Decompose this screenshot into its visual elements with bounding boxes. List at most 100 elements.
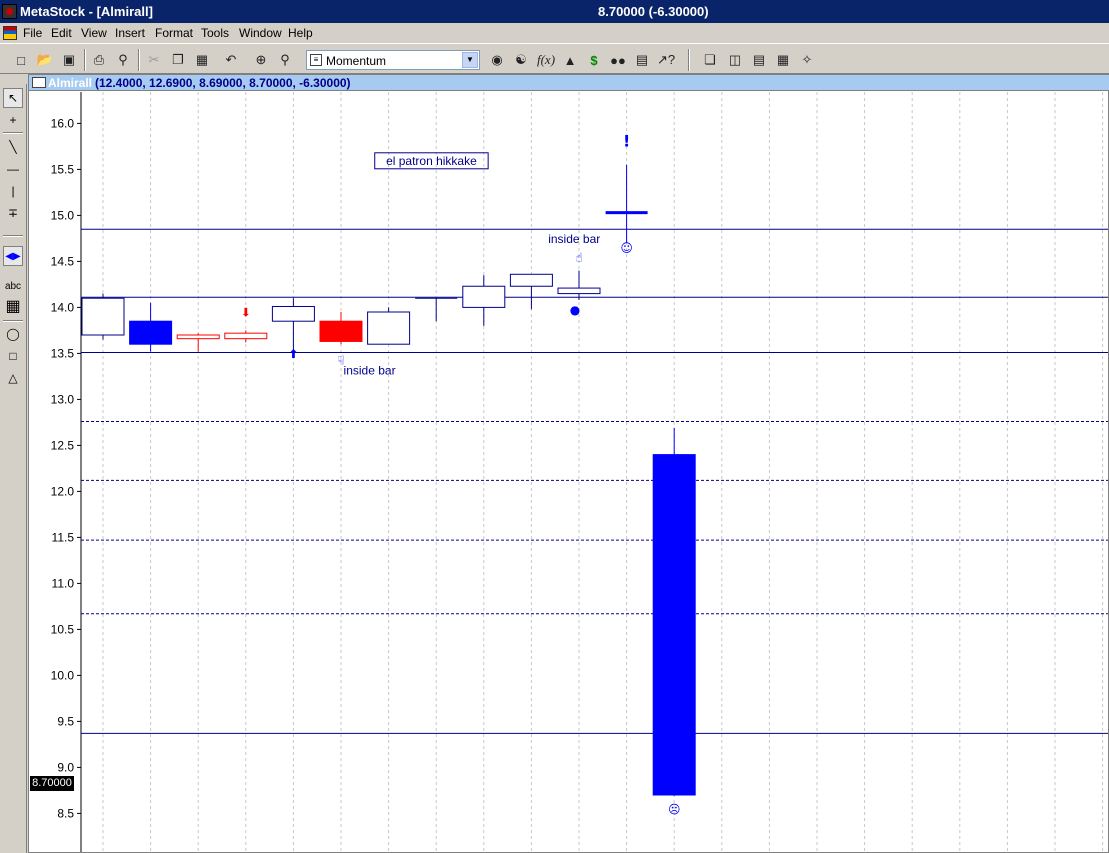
explorer-icon[interactable]: ☯ xyxy=(512,51,530,69)
candle-doji xyxy=(605,211,648,215)
horizontal-line-tool-icon[interactable]: — xyxy=(3,159,23,179)
toolbar-separator xyxy=(138,49,140,71)
crosshair-tool-icon[interactable]: + xyxy=(3,110,23,130)
y-tick-label: 16.0 xyxy=(51,116,75,130)
open-folder-icon[interactable]: 📂 xyxy=(36,51,54,69)
tool-separator xyxy=(3,132,23,134)
crosshair-icon[interactable]: ⊕ xyxy=(252,51,270,69)
formula-icon[interactable]: f(x) xyxy=(537,51,555,69)
grid-tool-icon[interactable]: ▦ xyxy=(3,296,23,316)
chart-window-icon[interactable] xyxy=(32,77,46,88)
y-tick-label: 12.0 xyxy=(51,484,75,498)
rectangle-tool-icon[interactable]: □ xyxy=(3,346,23,366)
exclamation-marker-icon: ! xyxy=(623,131,630,150)
chart-header: Almirall (12.4000, 12.6900, 8.69000, 8.7… xyxy=(29,75,1109,91)
y-tick-label: 15.0 xyxy=(51,208,75,222)
save-icon[interactable]: ▣ xyxy=(60,51,78,69)
y-tick-label: 12.5 xyxy=(51,438,75,452)
y-tick-label: 9.5 xyxy=(57,714,74,728)
print-icon[interactable]: ⎙ xyxy=(90,51,108,69)
candle-body xyxy=(319,320,363,342)
toolbar-separator xyxy=(84,49,86,71)
text-tool-icon[interactable]: abc xyxy=(3,276,23,296)
annotation-label: inside bar xyxy=(548,232,600,246)
tile-vertical-icon[interactable]: ◫ xyxy=(726,51,744,69)
arrow-down-marker-icon: ⬇ xyxy=(241,306,251,320)
y-tick-label: 15.5 xyxy=(51,162,75,176)
paste-icon[interactable]: ▦ xyxy=(193,51,211,69)
triangle-tool-icon[interactable]: △ xyxy=(3,368,23,388)
document-menu-icon[interactable] xyxy=(3,26,17,40)
candle-body xyxy=(81,297,125,336)
help-pointer-icon[interactable]: ↗? xyxy=(657,51,675,69)
y-tick-label: 14.0 xyxy=(51,300,75,314)
cascade-windows-icon[interactable]: ❏ xyxy=(701,51,719,69)
smiley-happy-marker-icon: ☺ xyxy=(620,241,633,255)
y-tick-label: 14.5 xyxy=(51,254,75,268)
system-tester-icon[interactable]: ▲ xyxy=(561,51,579,69)
tool-separator xyxy=(3,235,23,237)
pointer-tool-icon[interactable]: ↖ xyxy=(3,88,23,108)
cut-icon[interactable]: ✂ xyxy=(145,51,163,69)
indicator-dropdown[interactable]: ≡ Momentum ▼ xyxy=(306,50,480,70)
trendline-tool-icon[interactable]: ╲ xyxy=(3,137,23,157)
candle-body xyxy=(271,305,315,322)
menu-tools[interactable]: Tools xyxy=(201,26,229,40)
menu-edit[interactable]: Edit xyxy=(51,26,72,40)
vertical-line-tool-icon[interactable]: | xyxy=(3,181,23,201)
metastock-app-icon[interactable] xyxy=(2,4,17,19)
symbol-tool-icon[interactable]: ◀▶ xyxy=(3,246,23,266)
print-preview-icon[interactable]: ⚲ xyxy=(114,51,132,69)
menu-file[interactable]: File xyxy=(23,26,42,40)
dollar-icon[interactable]: $ xyxy=(585,51,603,69)
y-tick-label: 13.5 xyxy=(51,346,75,360)
toolbar-separator xyxy=(688,49,690,71)
candle-body xyxy=(224,332,268,340)
indicator-chart-icon: ≡ xyxy=(310,54,322,66)
candle-body xyxy=(462,285,506,308)
menu-window[interactable]: Window xyxy=(239,26,282,40)
price-readout: 8.70000 (-6.30000) xyxy=(598,4,709,19)
ohlc-values: (12.4000, 12.6900, 8.69000, 8.70000, -6.… xyxy=(95,76,351,90)
fibonacci-tool-icon[interactable]: ∓ xyxy=(3,203,23,223)
y-tick-label: 8.5 xyxy=(57,806,74,820)
menu-view[interactable]: View xyxy=(81,26,107,40)
candle-body xyxy=(367,311,411,345)
drawing-tools-bar: ↖ + ╲ — | ∓ ◀▶ abc ▦ ◯ □ △ xyxy=(0,84,27,853)
menu-help[interactable]: Help xyxy=(288,26,313,40)
tile-horizontal-icon[interactable]: ▤ xyxy=(750,51,768,69)
indicator-dropdown-value: Momentum xyxy=(326,54,387,68)
y-tick-label: 10.0 xyxy=(51,668,75,682)
undo-icon[interactable]: ↶ xyxy=(222,51,240,69)
candle-body xyxy=(652,454,696,796)
smiley-sad-marker-icon: ☹ xyxy=(668,802,681,816)
chevron-down-icon[interactable]: ▼ xyxy=(462,52,478,68)
copy-icon[interactable]: ❐ xyxy=(169,51,187,69)
zoom-icon[interactable]: ⚲ xyxy=(276,51,294,69)
y-tick-label: 11.5 xyxy=(52,530,75,544)
binoculars-icon[interactable]: ●● xyxy=(609,51,627,69)
window-title: MetaStock - [Almirall] xyxy=(20,4,153,19)
expert-advisor-icon[interactable]: ◉ xyxy=(488,51,506,69)
chart-window: Almirall (12.4000, 12.6900, 8.69000, 8.7… xyxy=(28,74,1109,853)
candle-body xyxy=(176,334,220,340)
toolbar: □ 📂 ▣ ⎙ ⚲ ✂ ❐ ▦ ↶ ⊕ ⚲ ≡ Momentum ▼ ◉ ☯ f… xyxy=(0,43,1109,74)
y-tick-label: 11.0 xyxy=(52,576,75,590)
y-tick-label: 10.5 xyxy=(51,622,75,636)
ellipse-tool-icon[interactable]: ◯ xyxy=(3,324,23,344)
options-icon[interactable]: ▤ xyxy=(633,51,651,69)
tile-grid-icon[interactable]: ▦ xyxy=(774,51,792,69)
title-bar: MetaStock - [Almirall] 8.70000 (-6.30000… xyxy=(0,0,1109,23)
menu-format[interactable]: Format xyxy=(155,26,193,40)
arrange-icon[interactable]: ✧ xyxy=(798,51,816,69)
y-tick-label: 13.0 xyxy=(51,392,75,406)
annotation-label: inside bar xyxy=(344,364,396,378)
bomb-marker-icon: ● xyxy=(570,303,580,317)
menu-insert[interactable]: Insert xyxy=(115,26,145,40)
y-tick-label: 9.0 xyxy=(57,760,74,774)
security-name: Almirall xyxy=(48,76,93,90)
arrow-up-marker-icon: ⬆ xyxy=(288,347,298,361)
hand-up-marker-icon: ☝ xyxy=(575,250,582,264)
price-chart[interactable]: 16.0 15.5 15.0 14.5 14.0 13.5 13.0 12.5 12.0 11.5… xyxy=(29,92,1108,852)
new-file-icon[interactable]: □ xyxy=(12,51,30,69)
